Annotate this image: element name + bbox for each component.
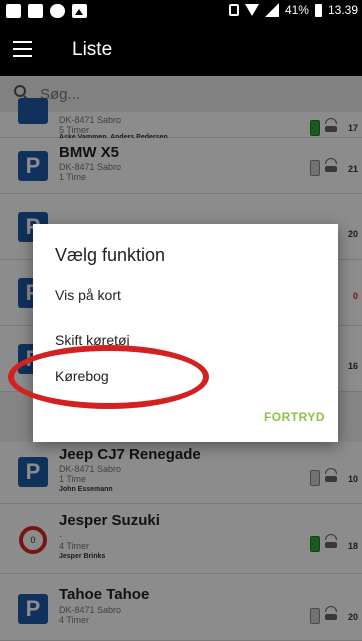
battery-percent: 41% [284,3,309,17]
vibrate-icon [228,4,239,16]
wifi-icon [244,4,259,16]
facebook-icon [28,4,43,18]
option-change-vehicle[interactable]: Skift køretøj [55,325,315,355]
hamburger-menu-icon[interactable] [13,41,32,57]
dialog-title: Vælg funktion [55,245,166,265]
messenger-icon [50,4,65,18]
clock: 13.39 [327,3,358,17]
option-logbook[interactable]: Kørebog [55,361,315,391]
status-bar: 41% 13.39 [0,0,362,24]
notification-icon [6,4,21,18]
app-bar: Liste [0,24,362,76]
choose-function-dialog: Vælg funktion Vis på kort Skift køretøj … [33,224,338,442]
image-icon [72,4,87,18]
signal-icon [264,3,279,17]
page-title: Liste [72,39,113,60]
battery-icon [314,3,322,17]
option-show-on-map[interactable]: Vis på kort [55,280,315,310]
cancel-button[interactable]: FORTRYD [264,410,325,424]
